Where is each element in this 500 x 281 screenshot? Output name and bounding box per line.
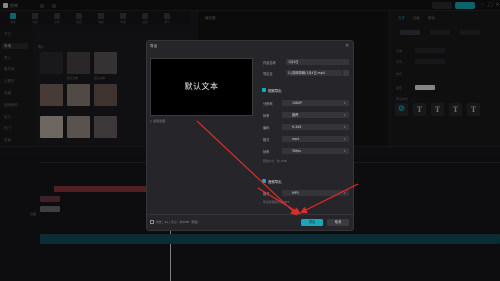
audio-hint: 导出音频格式为 MP3 — [263, 200, 290, 204]
audio-export-title: 音频导出 — [268, 180, 282, 184]
folder-icon[interactable] — [343, 70, 349, 76]
chevron-down-icon: ▾ — [344, 101, 346, 105]
chevron-down-icon: ▾ — [344, 125, 346, 129]
format-label: 格式 — [263, 138, 270, 142]
framerate-label: 帧率 — [263, 150, 270, 154]
close-icon[interactable]: × — [345, 43, 349, 49]
chevron-down-icon: ▾ — [344, 137, 346, 141]
export-button[interactable]: 导出 — [301, 219, 323, 226]
path-input[interactable]: C:/剪映草稿/1月4日.mp4 — [286, 70, 342, 76]
audio-format-select[interactable]: MP3 — [282, 190, 349, 196]
chevron-down-icon: ▾ — [344, 191, 346, 195]
video-size-hint: 预估大小：约 1MB — [263, 159, 287, 163]
path-label: 导出至 — [263, 72, 273, 76]
format-select[interactable]: mp4 — [282, 136, 349, 142]
framerate-select[interactable]: 30fps — [282, 148, 349, 154]
bitrate-select[interactable]: 推荐 — [282, 112, 349, 118]
cover-preview-text: 默认文本 — [184, 82, 219, 91]
codec-label: 编码 — [263, 126, 270, 130]
name-label: 作品名称 — [263, 61, 276, 65]
edit-cover-link[interactable]: ▷ 编辑封面 — [150, 119, 165, 123]
chevron-down-icon: ▾ — [344, 149, 346, 153]
film-icon — [150, 220, 154, 224]
footer-divider — [147, 214, 353, 215]
audio-format-label: 格式 — [263, 192, 270, 196]
bitrate-label: 码率 — [263, 114, 270, 118]
resolution-label: 分辨率 — [263, 102, 273, 106]
resolution-select[interactable]: 1080P — [282, 100, 349, 106]
codec-select[interactable]: H.264 — [282, 124, 349, 130]
video-export-title: 视频导出 — [268, 89, 282, 93]
export-summary: 时长：4s | 大小：约1MB（预估） — [156, 220, 201, 224]
dialog-title: 导出 — [150, 44, 158, 48]
cancel-button[interactable]: 取消 — [327, 219, 349, 226]
name-input[interactable]: 1月4日 — [286, 59, 349, 65]
chevron-down-icon: ▾ — [344, 113, 346, 117]
video-export-checkbox[interactable] — [262, 88, 266, 92]
audio-export-checkbox[interactable] — [262, 179, 266, 183]
